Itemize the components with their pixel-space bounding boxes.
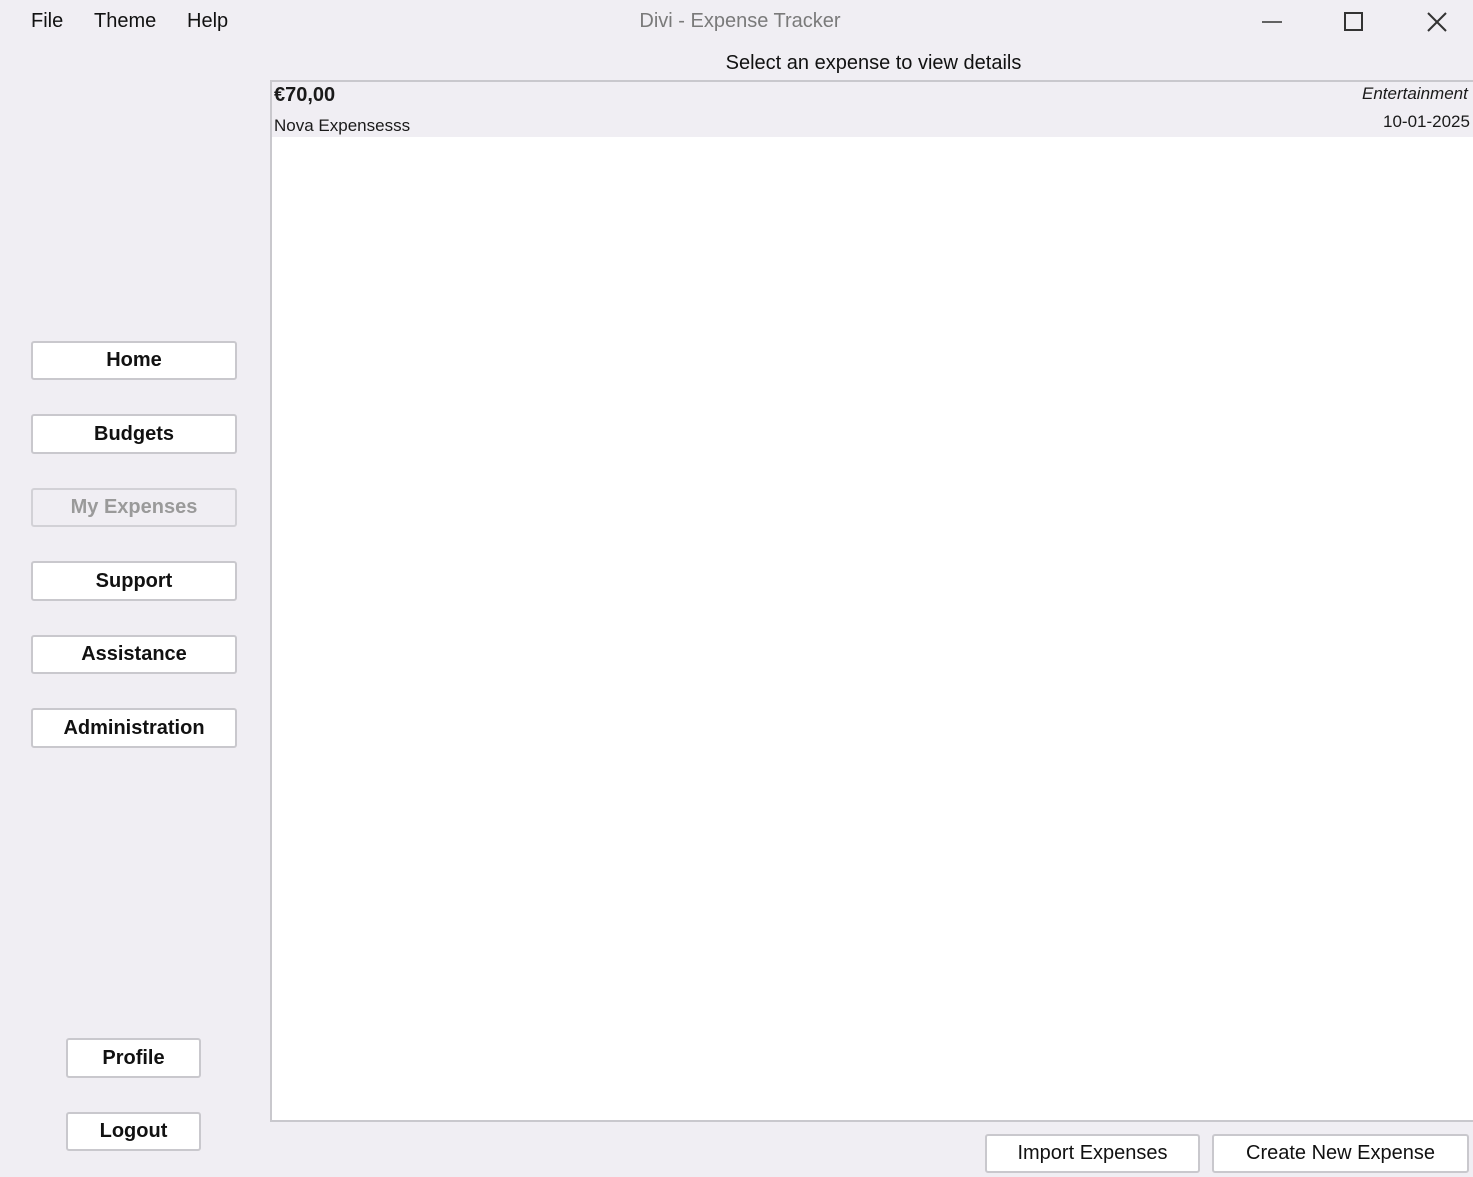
support-button[interactable]: Support	[31, 561, 237, 601]
expense-description: Nova Expensesss	[274, 116, 411, 135]
expense-row[interactable]: €70,00 Nova Expensesss Entertainment 10-…	[272, 82, 1473, 137]
logout-button[interactable]: Logout	[66, 1112, 201, 1151]
create-new-expense-button[interactable]: Create New Expense	[1212, 1134, 1469, 1173]
profile-button[interactable]: Profile	[66, 1038, 201, 1078]
menu-bar: File Theme Help Divi - Expense Tracker	[0, 0, 1473, 44]
expense-date: 10-01-2025	[1383, 112, 1470, 131]
expense-amount: €70,00	[274, 84, 336, 106]
close-icon	[1427, 12, 1447, 32]
expense-list[interactable]: €70,00 Nova Expensesss Entertainment 10-…	[270, 80, 1473, 1122]
home-button[interactable]: Home	[31, 341, 237, 380]
minimize-icon	[1262, 21, 1282, 23]
administration-button[interactable]: Administration	[31, 708, 237, 748]
close-button[interactable]	[1417, 6, 1457, 38]
budgets-button[interactable]: Budgets	[31, 414, 237, 454]
my-expenses-button: My Expenses	[31, 488, 237, 527]
import-expenses-button[interactable]: Import Expenses	[985, 1134, 1200, 1173]
maximize-icon	[1344, 12, 1363, 31]
expense-category: Entertainment	[1362, 84, 1468, 103]
selection-hint: Select an expense to view details	[725, 52, 1022, 74]
minimize-button[interactable]	[1252, 6, 1292, 38]
maximize-button[interactable]	[1334, 6, 1374, 38]
assistance-button[interactable]: Assistance	[31, 635, 237, 674]
